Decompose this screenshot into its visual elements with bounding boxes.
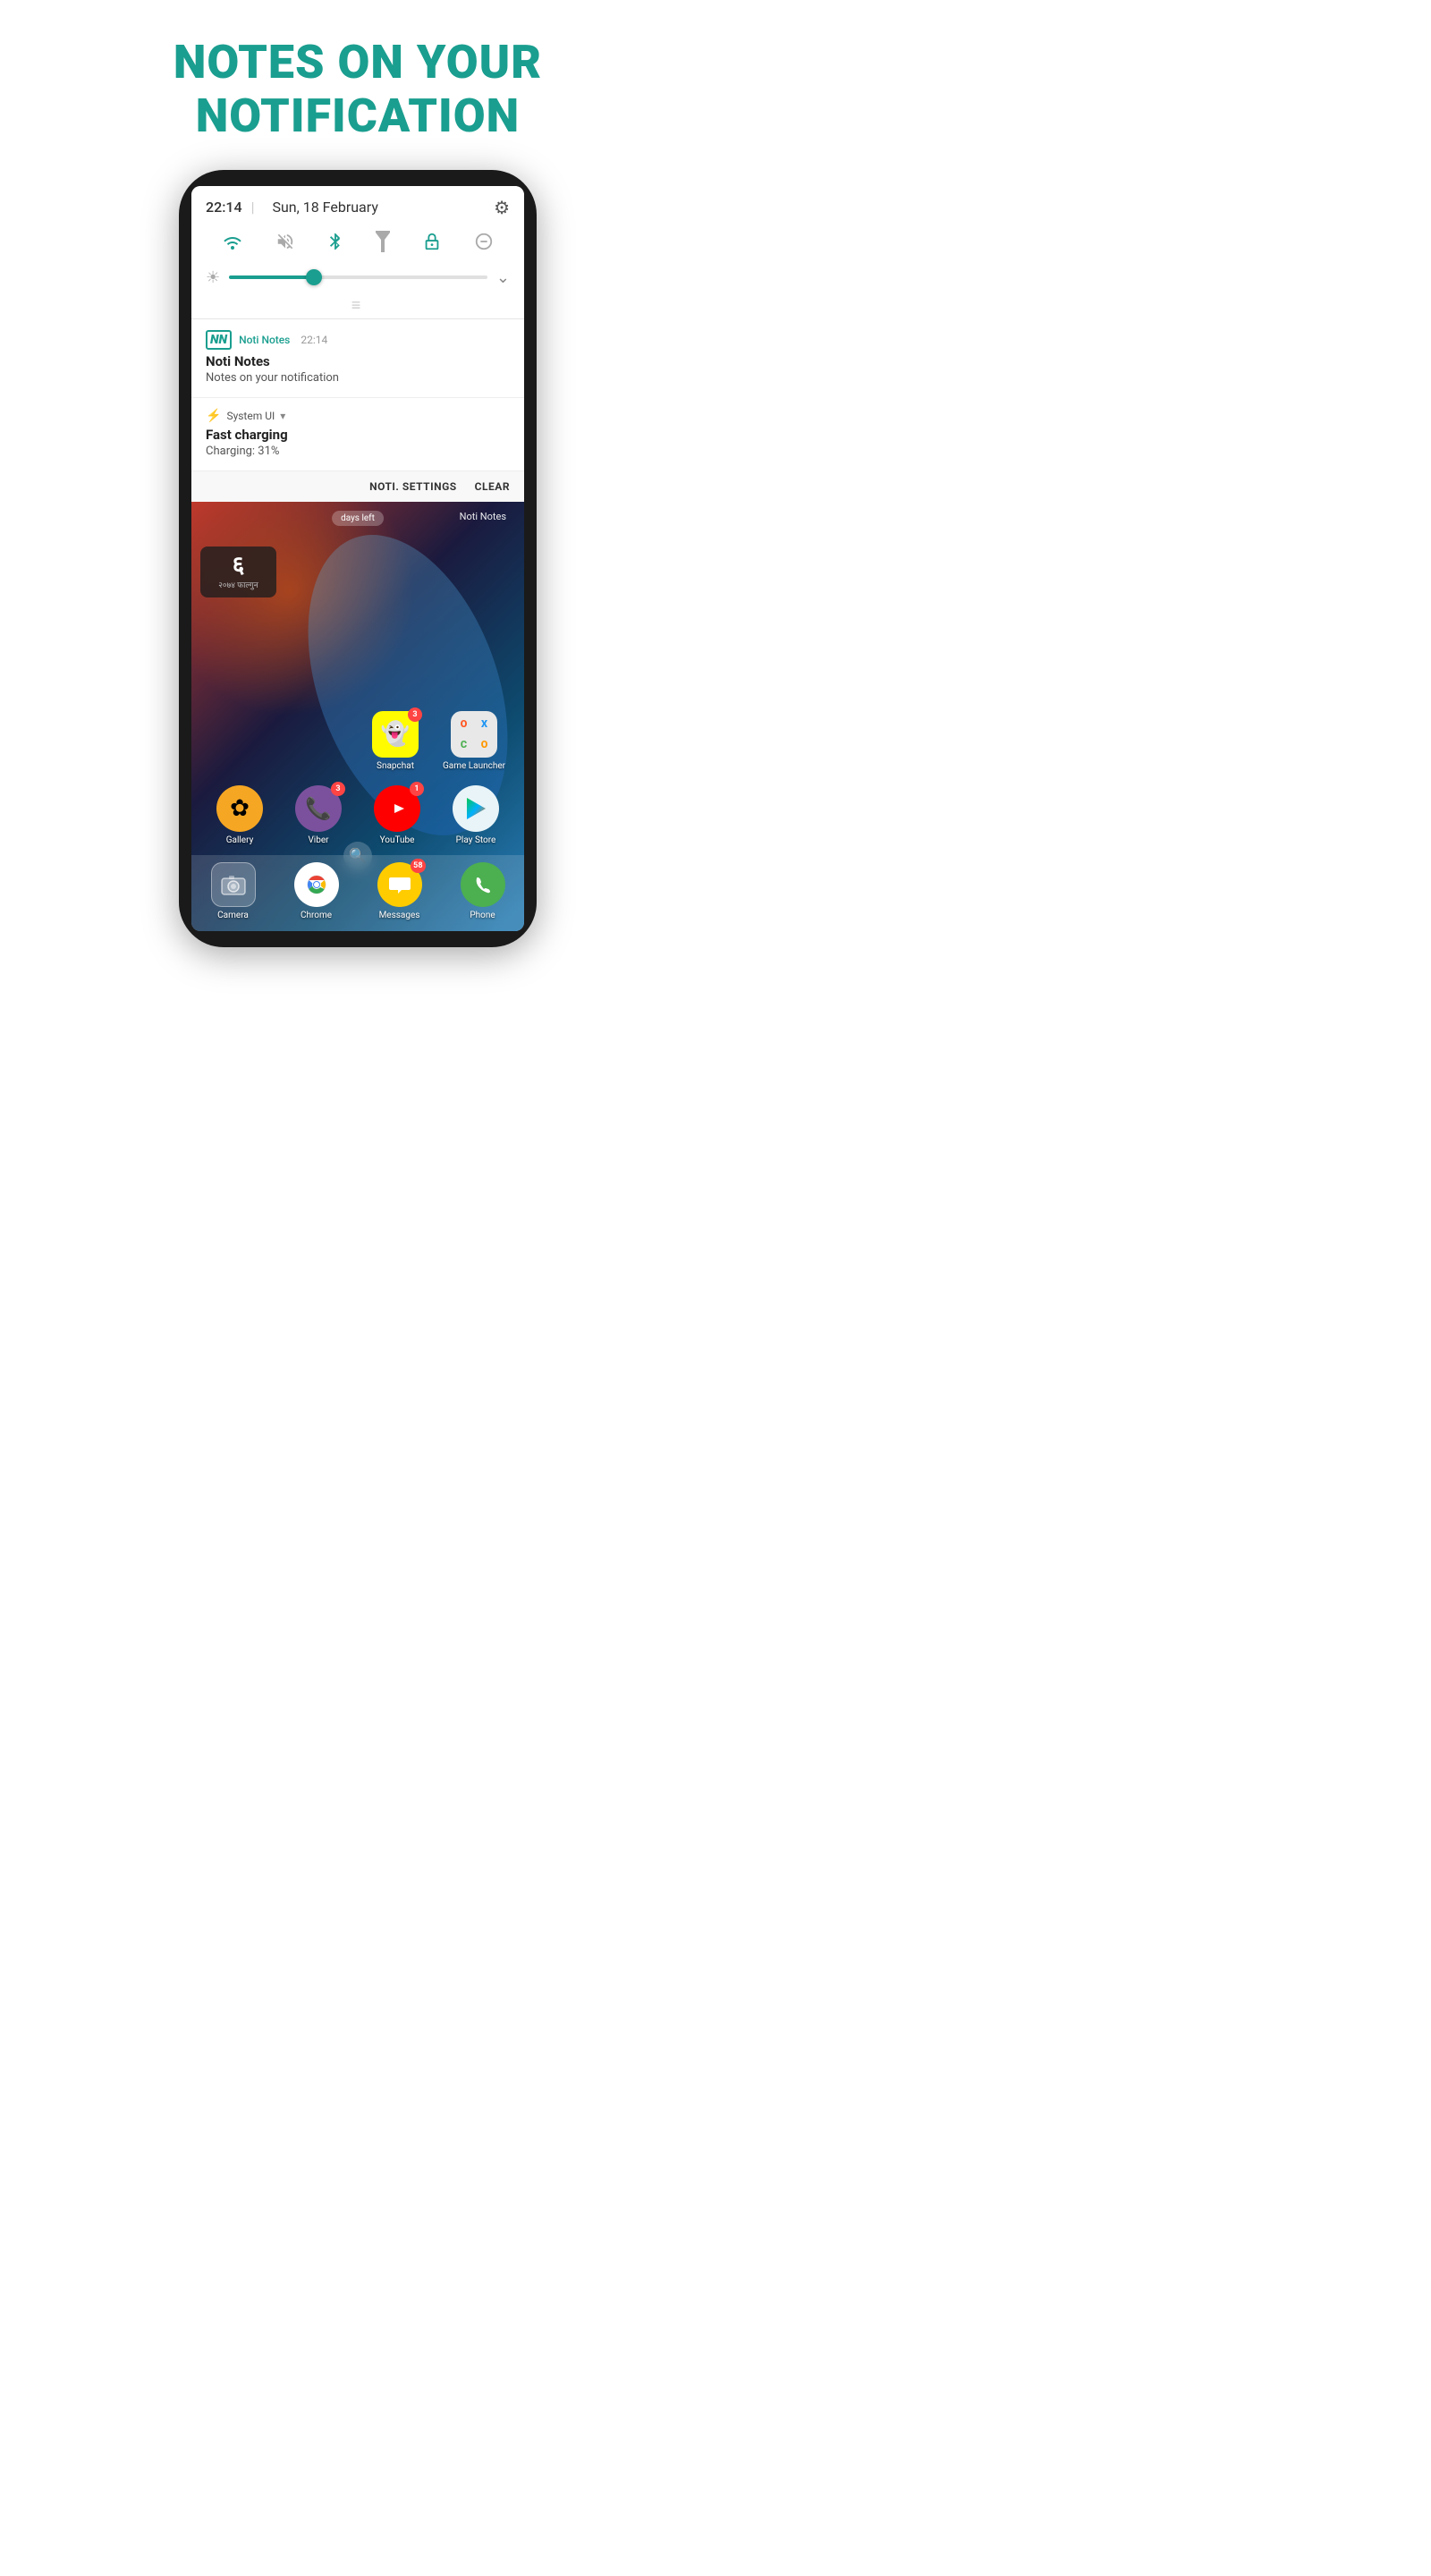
- mute-toggle[interactable]: [275, 232, 295, 257]
- system-ui-notification[interactable]: ⚡ System UI ▾ Fast charging Charging: 31…: [191, 398, 524, 471]
- messages-badge: 58: [411, 859, 425, 873]
- status-bar: 22:14 | Sun, 18 February ⚙: [191, 186, 524, 224]
- phone-frame: 22:14 | Sun, 18 February ⚙: [179, 170, 537, 947]
- system-ui-dropdown-icon[interactable]: ▾: [280, 410, 285, 422]
- snapchat-label: Snapchat: [377, 761, 414, 771]
- phone-label: Phone: [470, 911, 495, 920]
- list-item[interactable]: O X C O Game Launcher: [442, 711, 506, 771]
- app-row-2: ✿ Gallery 📞 3 Viber: [200, 785, 515, 845]
- messages-label: Messages: [379, 911, 420, 920]
- noti-settings-button[interactable]: NOTI. SETTINGS: [369, 480, 457, 493]
- calendar-month: २०७४ फाल्गुन: [211, 579, 266, 590]
- notification-panel: 22:14 | Sun, 18 February ⚙: [191, 186, 524, 502]
- lightning-icon: ⚡: [206, 409, 221, 423]
- notif-app-header: NN Noti Notes 22:14: [206, 330, 510, 350]
- noti-notes-body: Notes on your notification: [206, 371, 510, 385]
- charging-body: Charging: 31%: [206, 445, 510, 458]
- brightness-slider[interactable]: [229, 275, 487, 279]
- messages-icon: 58: [377, 862, 422, 907]
- screen-lock-toggle[interactable]: [422, 232, 442, 257]
- list-item[interactable]: 58 Messages: [368, 862, 432, 920]
- quick-toggles-row: [191, 224, 524, 265]
- settings-icon[interactable]: ⚙: [494, 197, 510, 218]
- noti-notes-time: 22:14: [301, 334, 327, 346]
- youtube-label: YouTube: [380, 835, 415, 845]
- time-display: 22:14: [206, 199, 242, 216]
- gallery-icon: ✿: [216, 785, 263, 832]
- fast-charging-title: Fast charging: [206, 427, 510, 443]
- home-screen: days left Noti Notes ६ २०७४ फाल्गुन 👻 3: [191, 502, 524, 931]
- system-ui-label: System UI: [226, 410, 275, 422]
- drag-handle: ≡: [191, 296, 524, 318]
- notification-actions: NOTI. SETTINGS CLEAR: [191, 471, 524, 502]
- viber-icon: 📞 3: [295, 785, 342, 832]
- clear-button[interactable]: CLEAR: [475, 480, 510, 493]
- list-item[interactable]: Chrome: [284, 862, 349, 920]
- noti-notes-bar: Noti Notes: [460, 511, 506, 522]
- game-launcher-label: Game Launcher: [443, 761, 505, 771]
- phone-icon: [461, 862, 505, 907]
- slider-thumb[interactable]: [306, 269, 322, 285]
- list-item[interactable]: ✿ Gallery: [207, 785, 272, 845]
- do-not-disturb-toggle[interactable]: [474, 232, 494, 257]
- list-item[interactable]: 👻 3 Snapchat: [363, 711, 428, 771]
- list-item[interactable]: Play Store: [444, 785, 508, 845]
- noti-notes-app-name: Noti Notes: [239, 334, 290, 346]
- play-store-label: Play Store: [456, 835, 496, 845]
- app-grid: 👻 3 Snapchat O X C O: [191, 711, 524, 860]
- dock-bar: Camera: [191, 855, 524, 931]
- viber-badge: 3: [331, 782, 345, 796]
- page-title: NOTES ON YOUR NOTIFICATION: [174, 36, 542, 143]
- gallery-label: Gallery: [226, 835, 254, 845]
- camera-icon: [211, 862, 256, 907]
- brightness-row: ☀ ⌄: [191, 265, 524, 296]
- noti-notes-notification[interactable]: NN Noti Notes 22:14 Noti Notes Notes on …: [191, 319, 524, 398]
- flashlight-toggle[interactable]: [376, 231, 390, 258]
- list-item[interactable]: 1 YouTube: [365, 785, 429, 845]
- brightness-expand-icon[interactable]: ⌄: [496, 268, 510, 287]
- calendar-date: ६: [211, 554, 266, 577]
- viber-label: Viber: [308, 835, 328, 845]
- brightness-icon: ☀: [206, 268, 220, 287]
- calendar-widget[interactable]: ६ २०७४ फाल्गुन: [200, 547, 276, 597]
- camera-label: Camera: [217, 911, 249, 920]
- game-launcher-icon: O X C O: [451, 711, 497, 758]
- snapchat-badge: 3: [408, 708, 422, 722]
- system-notif-header: ⚡ System UI ▾: [206, 409, 510, 423]
- chrome-icon: [294, 862, 339, 907]
- snapchat-icon: 👻 3: [372, 711, 419, 758]
- list-item[interactable]: Phone: [451, 862, 515, 920]
- list-item[interactable]: 📞 3 Viber: [286, 785, 351, 845]
- chrome-label: Chrome: [301, 911, 332, 920]
- noti-notes-title: Noti Notes: [206, 353, 510, 369]
- status-bar-left: 22:14 | Sun, 18 February: [206, 199, 378, 216]
- wifi-toggle[interactable]: [222, 233, 243, 256]
- youtube-icon: 1: [374, 785, 420, 832]
- app-row-1: 👻 3 Snapchat O X C O: [200, 711, 515, 771]
- bluetooth-toggle[interactable]: [327, 232, 343, 257]
- play-store-icon: [453, 785, 499, 832]
- date-display: Sun, 18 February: [272, 199, 377, 216]
- youtube-badge: 1: [410, 782, 424, 796]
- phone-screen: 22:14 | Sun, 18 February ⚙: [191, 186, 524, 931]
- days-left-badge: days left: [332, 511, 384, 526]
- list-item[interactable]: Camera: [201, 862, 266, 920]
- noti-notes-app-icon: NN: [206, 330, 232, 350]
